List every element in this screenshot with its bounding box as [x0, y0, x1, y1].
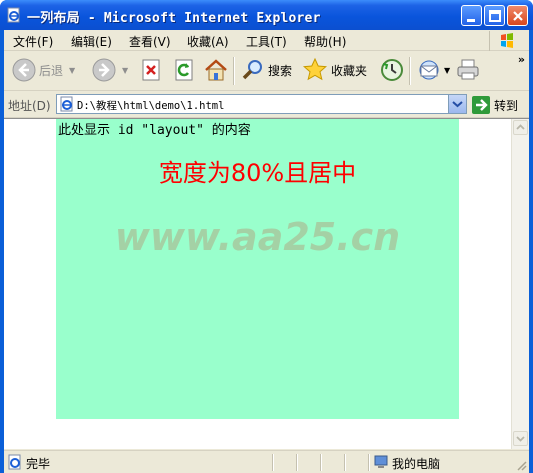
chevron-down-icon [452, 101, 463, 108]
maximize-button[interactable] [484, 5, 505, 26]
page-heading: 宽度为80%且居中 [158, 159, 357, 187]
back-label: 后退 [39, 63, 64, 78]
standard-toolbar: 后退 ▼ ▼ 搜索 收藏夹 ▼ » [4, 51, 529, 91]
go-arrow-icon [472, 96, 490, 114]
toolbar-separator [409, 57, 411, 85]
back-dropdown-icon[interactable]: ▼ [69, 66, 75, 75]
printer-icon [457, 59, 479, 80]
menu-favorites[interactable]: 收藏(A) [187, 33, 229, 50]
page-icon [60, 96, 73, 112]
address-url: D:\教程\html\demo\1.html [77, 100, 225, 112]
page-done-icon [8, 454, 21, 470]
close-icon [513, 11, 523, 21]
status-divider [320, 454, 322, 471]
mail-dropdown-icon[interactable]: ▼ [444, 66, 450, 75]
status-divider [272, 454, 274, 471]
forward-arrow-icon [92, 58, 116, 82]
toolbar-separator [233, 57, 235, 85]
menu-tools[interactable]: 工具(T) [246, 33, 287, 50]
refresh-icon [175, 59, 193, 81]
maximize-icon [489, 10, 501, 22]
address-input[interactable]: D:\教程\html\demo\1.html [56, 94, 467, 114]
close-button[interactable] [507, 5, 528, 26]
history-icon [381, 59, 403, 81]
menu-edit[interactable]: 编辑(E) [71, 33, 112, 50]
refresh-button[interactable] [173, 55, 195, 85]
menu-file[interactable]: 文件(F) [13, 33, 53, 50]
forward-button[interactable]: ▼ [92, 55, 128, 85]
window-title: 一列布局 - Microsoft Internet Explorer [27, 11, 321, 26]
chevron-down-icon [516, 436, 525, 442]
status-text: 完毕 [26, 457, 51, 471]
print-button[interactable] [455, 55, 481, 85]
history-button[interactable] [380, 55, 404, 85]
chevron-up-icon [516, 124, 525, 130]
resize-grip-icon[interactable] [515, 459, 527, 471]
layout-block: 此处显示 id "layout" 的内容 宽度为80%且居中 www.aa25.… [56, 119, 459, 419]
favorites-star-icon [302, 57, 328, 81]
page-content: 此处显示 id "layout" 的内容 宽度为80%且居中 www.aa25.… [4, 118, 529, 449]
back-arrow-icon [12, 58, 36, 82]
menu-bar: 文件(F) 编辑(E) 查看(V) 收藏(A) 工具(T) 帮助(H) [4, 30, 529, 51]
status-bar: 完毕 我的电脑 [4, 450, 529, 473]
scroll-down-button[interactable] [513, 431, 528, 446]
watermark: www.aa25.cn [114, 215, 401, 259]
home-button[interactable] [203, 55, 229, 85]
ie-page-icon [7, 7, 20, 23]
stop-icon [142, 59, 160, 81]
status-divider [344, 454, 346, 471]
window-frame: 文件(F) 编辑(E) 查看(V) 收藏(A) 工具(T) 帮助(H) 后退 ▼… [4, 30, 529, 473]
title-bar[interactable]: 一列布局 - Microsoft Internet Explorer [0, 0, 533, 30]
menu-view[interactable]: 查看(V) [129, 33, 171, 50]
status-divider [296, 454, 298, 471]
security-zone: 我的电脑 [392, 457, 441, 471]
mail-button[interactable]: ▼ [417, 55, 450, 85]
go-button[interactable]: 转到 [472, 95, 518, 115]
forward-dropdown-icon[interactable]: ▼ [122, 66, 128, 75]
address-label: 地址(D) [8, 99, 51, 113]
search-icon [242, 60, 262, 80]
vertical-scrollbar[interactable] [511, 119, 529, 449]
address-bar: 地址(D) D:\教程\html\demo\1.html 转到 [4, 91, 529, 118]
minimize-button[interactable] [461, 5, 482, 26]
toolbar-more-icon[interactable]: » [518, 53, 525, 66]
back-button[interactable]: 后退 ▼ [12, 55, 75, 85]
stop-button[interactable] [140, 55, 162, 85]
menu-help[interactable]: 帮助(H) [304, 33, 346, 50]
windows-logo-icon [489, 31, 513, 51]
browser-window: 一列布局 - Microsoft Internet Explorer 文件(F)… [0, 0, 533, 473]
search-button[interactable]: 搜索 [241, 55, 292, 85]
mail-icon [419, 60, 439, 80]
scroll-up-button[interactable] [513, 120, 528, 135]
home-icon [205, 59, 227, 81]
go-label: 转到 [494, 98, 519, 113]
favorites-label: 收藏夹 [331, 63, 368, 78]
layout-placeholder-text: 此处显示 id "layout" 的内容 [58, 123, 251, 138]
search-label: 搜索 [268, 63, 293, 78]
minimize-icon [467, 19, 475, 22]
status-divider [368, 454, 370, 471]
address-dropdown-button[interactable] [448, 95, 466, 113]
computer-icon [374, 455, 388, 468]
favorites-button[interactable]: 收藏夹 [302, 55, 367, 85]
